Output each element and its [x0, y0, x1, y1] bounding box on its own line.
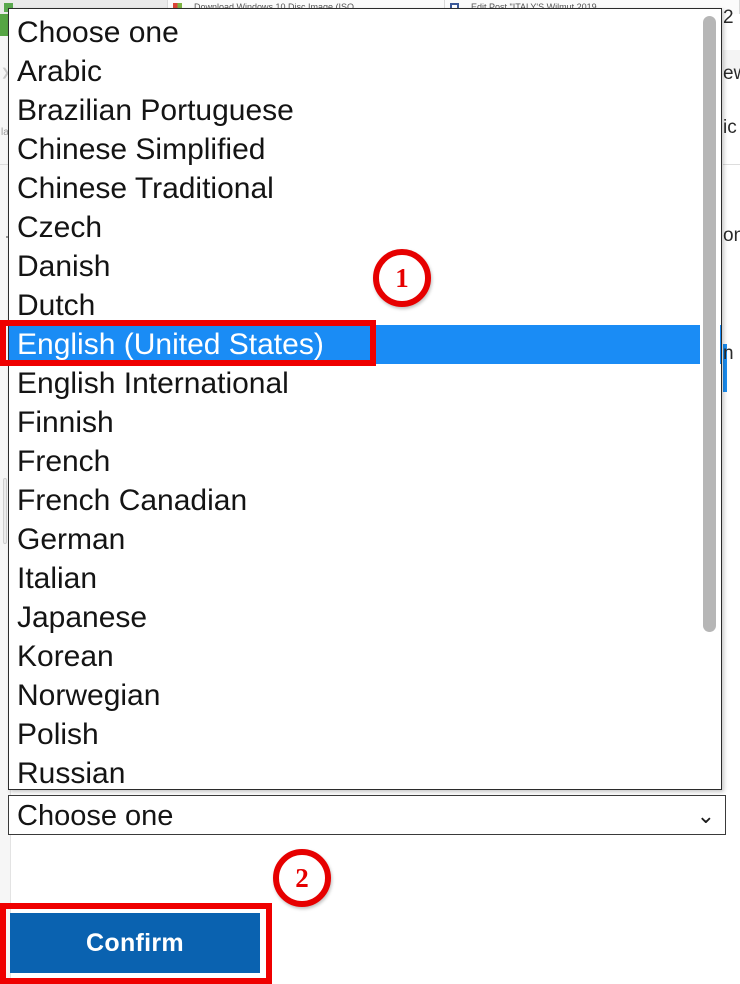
list-item[interactable]: Korean	[9, 637, 721, 676]
background-scrollbar-fragment[interactable]	[3, 478, 7, 544]
list-item[interactable]: Dutch	[9, 286, 721, 325]
background-fragment-2: ic	[723, 117, 737, 138]
list-item[interactable]: Arabic	[9, 52, 721, 91]
step-badge-1: 1	[373, 249, 431, 307]
step-badge-2: 2	[273, 849, 331, 907]
list-item[interactable]: Finnish	[9, 403, 721, 442]
list-item[interactable]: English International	[9, 364, 721, 403]
list-item[interactable]: Russian	[9, 754, 721, 789]
list-item[interactable]: Czech	[9, 208, 721, 247]
list-item[interactable]: Italian	[9, 559, 721, 598]
chevron-down-icon[interactable]: ⌄	[697, 796, 715, 836]
list-item[interactable]: Japanese	[9, 598, 721, 637]
list-item-selected[interactable]: English (United States)	[9, 325, 721, 364]
list-item[interactable]: French	[9, 442, 721, 481]
list-item[interactable]: Brazilian Portuguese	[9, 91, 721, 130]
combobox-value: Choose one	[17, 800, 174, 832]
list-item[interactable]: French Canadian	[9, 481, 721, 520]
popup-scrollbar-thumb[interactable]	[703, 16, 716, 632]
confirm-button[interactable]: Confirm	[10, 913, 260, 973]
language-combobox[interactable]: Choose one ⌄	[8, 795, 726, 835]
list-item[interactable]: Polish	[9, 715, 721, 754]
screenshot-root: Download Windows 10 Disc Image (ISO ... …	[0, 0, 740, 984]
list-item[interactable]: Choose one	[9, 13, 721, 52]
list-item[interactable]: Chinese Traditional	[9, 169, 721, 208]
background-right-strip: 2 ew ic on n	[723, 8, 740, 984]
popup-scrollbar-track[interactable]	[700, 10, 720, 788]
list-item[interactable]: Norwegian	[9, 676, 721, 715]
language-option-list[interactable]: Choose one Arabic Brazilian Portuguese C…	[9, 13, 721, 789]
background-fragment-1: ew	[723, 63, 740, 84]
background-fragment-4: n	[723, 343, 734, 364]
background-fragment-3: on	[723, 225, 740, 246]
background-rule-1	[723, 164, 740, 165]
list-item[interactable]: Danish	[9, 247, 721, 286]
language-select-popup[interactable]: Choose one Arabic Brazilian Portuguese C…	[8, 8, 722, 790]
background-fragment-0: 2	[723, 7, 734, 28]
list-item[interactable]: Chinese Simplified	[9, 130, 721, 169]
list-item[interactable]: German	[9, 520, 721, 559]
